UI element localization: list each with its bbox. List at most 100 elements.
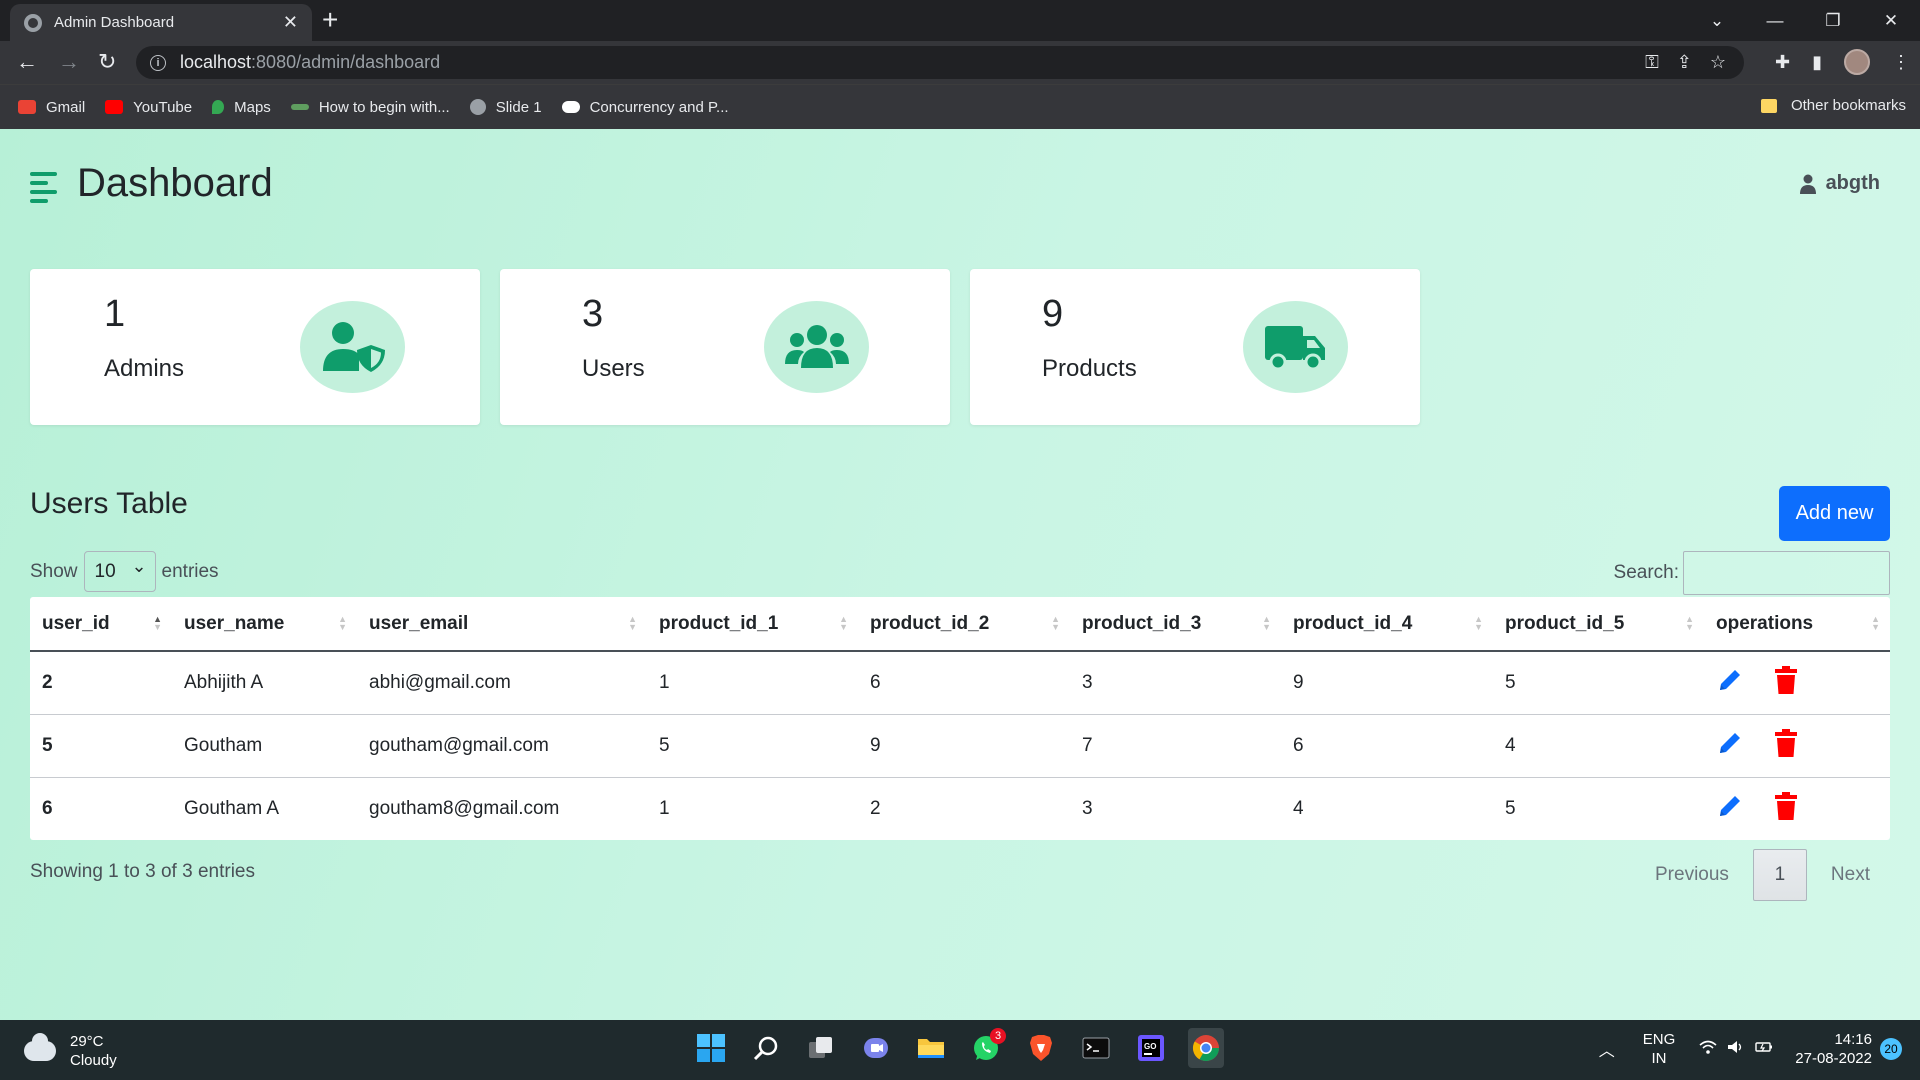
next-page-button[interactable]: Next [1811, 849, 1890, 901]
gmail-icon [18, 100, 36, 114]
bookmark-how-to-begin[interactable]: How to begin with... [290, 98, 450, 116]
site-info-icon[interactable]: i [150, 54, 166, 71]
col-product-id-4[interactable]: product_id_4 ▲ ▼ [1281, 597, 1493, 652]
edit-pencil-icon[interactable] [1716, 729, 1744, 763]
col-user-email[interactable]: user_email ▲ ▼ [357, 597, 647, 652]
sort-icon: ▲ ▼ [1474, 614, 1483, 632]
extensions-icon[interactable]: ✚ [1775, 52, 1790, 73]
new-tab-button[interactable]: + [322, 6, 338, 34]
table-info: Showing 1 to 3 of 3 entries [30, 861, 255, 882]
bookmark-concurrency[interactable]: Concurrency and P... [561, 98, 729, 116]
delete-trash-icon[interactable] [1775, 791, 1798, 826]
bookmark-label: Concurrency and P... [589, 98, 729, 116]
chevron-up-icon[interactable]: ︿ [1599, 1037, 1615, 1061]
col-user-name[interactable]: user_name ▲ ▼ [172, 597, 357, 652]
column-label: user_email [369, 612, 469, 634]
table-header-row: user_id ▲ ▼ user_name ▲ ▼ user_email ▲ ▼ produ… [30, 597, 1890, 652]
menu-kebab-icon[interactable]: ⋮ [1892, 52, 1910, 73]
col-product-id-3[interactable]: product_id_3 ▲ ▼ [1070, 597, 1281, 652]
brave-browser-icon[interactable] [1023, 1028, 1059, 1068]
column-label: user_id [42, 612, 110, 634]
sort-icon: ▲ ▼ [628, 614, 637, 632]
cell-user-email: goutham@gmail.com [357, 714, 647, 778]
side-panel-icon[interactable]: ▮ [1812, 52, 1822, 73]
cell-operations [1704, 651, 1890, 715]
user-menu[interactable]: abgth [1799, 172, 1880, 195]
bookmark-youtube[interactable]: YouTube [105, 99, 192, 116]
weather-widget[interactable]: 29°C Cloudy [24, 1032, 117, 1070]
battery-icon[interactable] [1755, 1040, 1773, 1058]
volume-icon[interactable] [1727, 1040, 1745, 1058]
bookmark-gmail[interactable]: Gmail [18, 99, 85, 116]
goland-icon[interactable]: GO [1133, 1028, 1169, 1068]
cell-product-id-1: 1 [659, 797, 670, 819]
other-bookmarks[interactable]: Other bookmarks [1760, 97, 1906, 114]
whatsapp-icon[interactable]: 3 [968, 1028, 1006, 1068]
file-explorer-icon[interactable] [913, 1028, 949, 1068]
add-new-button[interactable]: Add new [1779, 486, 1890, 541]
cell-product-id-5: 4 [1493, 714, 1704, 778]
back-icon[interactable]: ← [16, 49, 38, 75]
edit-pencil-icon[interactable] [1716, 792, 1744, 826]
time: 14:16 [1834, 1031, 1872, 1048]
forward-icon[interactable]: → [58, 49, 80, 75]
search-icon[interactable] [748, 1028, 784, 1068]
medium-icon [561, 101, 580, 113]
user-shield-icon [300, 301, 405, 393]
reload-icon[interactable]: ↻ [98, 49, 116, 75]
delete-trash-icon[interactable] [1775, 728, 1798, 763]
page-title: Dashboard [77, 161, 273, 205]
globe-icon [24, 13, 42, 32]
restore-icon[interactable]: ❐ [1804, 11, 1862, 31]
start-windows-icon[interactable] [693, 1028, 729, 1068]
cell-user-id: 2 [30, 651, 172, 715]
column-label: user_name [184, 612, 285, 634]
sidebar-toggle-icon[interactable] [30, 172, 57, 208]
key-icon[interactable]: ⚿ [1645, 52, 1659, 73]
sort-icon: ▲ ▼ [1685, 614, 1694, 632]
close-tab-icon[interactable]: ✕ [283, 12, 298, 33]
search-input[interactable] [1683, 551, 1890, 595]
previous-page-button[interactable]: Previous [1635, 849, 1749, 901]
wifi-icon[interactable] [1699, 1040, 1717, 1058]
close-window-icon[interactable]: ✕ [1862, 11, 1920, 31]
col-product-id-5[interactable]: product_id_5 ▲ ▼ [1493, 597, 1704, 652]
notification-count-badge[interactable]: 20 [1880, 1038, 1902, 1060]
col-user-id[interactable]: user_id ▲ ▼ [30, 597, 172, 652]
sort-icon: ▲ ▼ [839, 614, 848, 632]
bookmark-maps[interactable]: Maps [212, 99, 271, 116]
minimize-icon[interactable]: — [1746, 11, 1804, 31]
star-icon[interactable]: ☆ [1710, 52, 1726, 73]
temperature: 29°C [70, 1033, 104, 1050]
bookmark-label: Slide 1 [495, 98, 542, 116]
delete-trash-icon[interactable] [1775, 665, 1798, 700]
share-icon[interactable]: ⇪ [1677, 52, 1692, 73]
teams-chat-icon[interactable] [858, 1028, 894, 1068]
language-indicator[interactable]: ENG IN [1643, 1030, 1676, 1068]
edit-pencil-icon[interactable] [1716, 666, 1744, 700]
bookmark-label: How to begin with... [318, 98, 450, 116]
terminal-icon[interactable] [1078, 1028, 1114, 1068]
sort-icon: ▲ ▼ [1051, 614, 1060, 632]
sort-icon: ▲ ▼ [1262, 614, 1271, 632]
col-operations[interactable]: operations ▲ ▼ [1704, 597, 1890, 652]
browser-tabstrip: Admin Dashboard ✕ + ⌄ — ❐ ✕ [0, 0, 1920, 41]
cell-user-name: Goutham [172, 714, 357, 778]
cell-user-email: abhi@gmail.com [357, 651, 647, 715]
col-product-id-1[interactable]: product_id_1 ▲ ▼ [647, 597, 858, 652]
language-label: ENG [1642, 1031, 1676, 1048]
address-bar[interactable]: i localhost :8080/admin/dashboard ⚿ ⇪ ☆ [136, 46, 1744, 79]
cell-user-name: Goutham A [184, 797, 280, 819]
tab-search-icon[interactable]: ⌄ [1688, 11, 1746, 31]
cell-user-id: 6 [42, 797, 53, 819]
table-row: 2 Abhijith A abhi@gmail.com 1 6 3 9 5 [30, 651, 1890, 715]
clock[interactable]: 14:16 27-08-2022 [1795, 1030, 1872, 1068]
chrome-icon[interactable] [1188, 1028, 1224, 1068]
bookmark-slide-1[interactable]: Slide 1 [469, 98, 542, 116]
browser-tab[interactable]: Admin Dashboard ✕ [10, 4, 312, 41]
task-view-icon[interactable] [803, 1028, 839, 1068]
page-1-button[interactable]: 1 [1752, 849, 1807, 901]
col-product-id-2[interactable]: product_id_2 ▲ ▼ [858, 597, 1070, 652]
profile-avatar[interactable] [1844, 49, 1870, 75]
page-length-select[interactable]: 10 [83, 551, 156, 592]
